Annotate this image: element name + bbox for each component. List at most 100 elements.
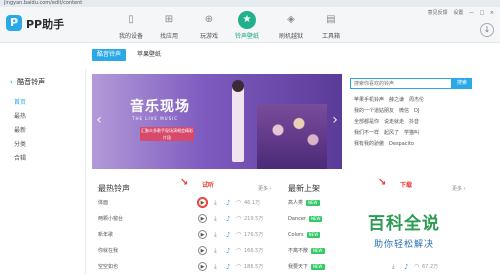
search-button[interactable]: 搜索 xyxy=(452,78,472,89)
ringtone-title-text: Dancer xyxy=(288,216,306,222)
banner-next-icon[interactable]: › xyxy=(330,108,340,132)
ringtone-title: 空空如也 xyxy=(98,264,119,270)
hot-tag[interactable]: 薛之谦 xyxy=(389,97,404,103)
nav-tab-games[interactable]: ⊕ 玩游戏 xyxy=(190,11,228,41)
sidebar-item-category[interactable]: 分类 xyxy=(14,139,74,151)
hot-tag[interactable]: 说走就走 xyxy=(384,119,404,125)
nav-tab-toolbox[interactable]: ▤ 工具箱 xyxy=(312,11,350,41)
play-count: 166.5万 xyxy=(244,248,264,254)
app-name: PP助手 xyxy=(26,18,65,31)
tab-wallpapers[interactable]: 苹果壁纸 xyxy=(132,49,166,61)
nav-tab-my-device[interactable]: ▯ 我的设备 xyxy=(112,11,150,41)
app-logo: P PP助手 xyxy=(6,13,72,35)
sidebar: ‹ 酷音铃声 首页 最热 最新 分类 合辑 xyxy=(6,69,86,274)
play-icon[interactable]: ▶ xyxy=(198,230,207,239)
ringtone-title: 两颗小窗台 xyxy=(98,216,124,222)
hot-tag[interactable]: 全部都是你 xyxy=(354,119,379,125)
ringtone-row: 不离不散 NEW xyxy=(288,244,358,258)
watermark-title: 百科全说 xyxy=(368,214,440,234)
hot-tag[interactable]: 我的一个道姑朋友 xyxy=(354,108,394,114)
hot-search-tags: 苹果手机铃声 薛之谦 周杰伦 我的一个道姑朋友 微信 DJ 全部都是你 说走就走 抖音 我们… xyxy=(354,95,474,150)
bell-icon[interactable]: ♪ xyxy=(226,228,230,242)
bell-icon[interactable]: ♪ xyxy=(226,260,230,274)
search-input[interactable] xyxy=(350,78,452,89)
ringtone-title: 高人类 NEW xyxy=(288,196,320,210)
play-icon[interactable]: ▶ xyxy=(198,262,207,271)
annotation-download: 下载 xyxy=(400,182,413,189)
ringtone-row: Colors NEW xyxy=(288,228,358,242)
tag-row: 我有我的骄傲 Despacito xyxy=(354,139,474,150)
chevron-left-icon: ‹ xyxy=(10,78,13,86)
ringtone-title: 你就在我 xyxy=(98,248,119,254)
download-manager-icon[interactable]: ↓ xyxy=(480,23,494,37)
banner-note: 汇聚众多歌手现场演唱会精彩片段 xyxy=(140,127,194,141)
apps-icon: ⊞ xyxy=(164,14,174,25)
nav-tab-ringtones-wallpapers[interactable]: ★ 铃声壁纸 xyxy=(228,11,266,41)
ringtone-title-text: Colors xyxy=(288,232,304,238)
nav-tab-jailbreak[interactable]: ◈ 刷机越狱 xyxy=(272,11,310,41)
hot-tag[interactable]: 我们不一样 xyxy=(354,130,379,136)
feedback-link[interactable]: 意见反馈 xyxy=(428,9,448,16)
sidebar-heading-label: 酷音铃声 xyxy=(17,78,46,86)
hot-tag[interactable]: 我有我的骄傲 xyxy=(354,141,384,147)
play-icon[interactable]: ▶ xyxy=(198,214,207,223)
ringtone-row: 两颗小窗台 ▶ ⤓ ♪ ◠ 219.5万 xyxy=(98,212,278,226)
hot-tag[interactable]: 周杰伦 xyxy=(409,97,424,103)
hot-tag[interactable]: Despacito xyxy=(389,141,414,147)
window-controls: 意见反馈 设置 — □ × xyxy=(424,9,494,19)
minimize-button[interactable]: — xyxy=(469,10,474,16)
hot-more-link[interactable]: 更多 › xyxy=(258,185,272,192)
sidebar-heading[interactable]: ‹ 酷音铃声 xyxy=(10,77,45,87)
play-icon[interactable]: ▶ xyxy=(198,198,207,207)
bell-icon[interactable]: ♪ xyxy=(226,244,230,258)
nav-tab-label: 工具箱 xyxy=(321,33,340,40)
play-count: 176.5万 xyxy=(244,232,264,238)
device-icon: ▯ xyxy=(128,14,134,25)
ringtone-row: 高人类 NEW xyxy=(288,196,358,210)
sidebar-item-home[interactable]: 首页 xyxy=(14,97,74,109)
annotation-play: 试听 xyxy=(202,182,215,189)
game-icon: ⊕ xyxy=(204,14,214,25)
ringtone-row: 你就在我 ▶ ⤓ ♪ ◠ 166.5万 xyxy=(98,244,278,258)
download-icon[interactable]: ⤓ xyxy=(214,196,217,210)
settings-link[interactable]: 设置 xyxy=(453,9,463,16)
jailbreak-icon: ◈ xyxy=(287,14,295,25)
promo-banner[interactable]: ‹ 音乐现场 THE LIVE MUSIC 汇聚众多歌手现场演唱会精彩片段 › xyxy=(92,74,342,169)
bell-icon[interactable]: ♪ xyxy=(226,196,230,210)
nav-tab-label: 找应用 xyxy=(159,33,178,40)
tag-row: 全部都是你 说走就走 抖音 xyxy=(354,117,474,128)
watermark: 百科全说 助你轻松解决 xyxy=(360,203,494,263)
new-more-link[interactable]: 更多 › xyxy=(452,185,466,192)
hot-tag[interactable]: 苹果手机铃声 xyxy=(354,97,384,103)
hot-tag[interactable]: DJ xyxy=(414,108,419,114)
download-icon[interactable]: ⤓ xyxy=(214,228,217,242)
sidebar-item-hottest[interactable]: 最热 xyxy=(14,111,74,123)
close-button[interactable]: × xyxy=(490,10,494,16)
banner-prev-icon[interactable]: ‹ xyxy=(94,108,104,132)
ringtone-icon: ★ xyxy=(238,11,256,29)
download-icon[interactable]: ⤓ xyxy=(214,260,217,274)
maximize-button[interactable]: □ xyxy=(479,10,484,16)
ringtone-title: Dancer NEW xyxy=(288,212,323,226)
download-icon[interactable]: ⤓ xyxy=(214,212,217,226)
bell-icon[interactable]: ♪ xyxy=(226,212,230,226)
download-icon[interactable]: ⤓ xyxy=(214,244,217,258)
dancers-image xyxy=(257,104,327,169)
sidebar-item-collection[interactable]: 合辑 xyxy=(14,153,74,165)
play-icon[interactable]: ▶ xyxy=(198,246,207,255)
toolbox-icon: ▤ xyxy=(326,14,336,25)
headphones-icon: ◠ xyxy=(236,263,242,270)
ringtone-row: 空空如也 ▶ ⤓ ♪ ◠ 186.5万 xyxy=(98,260,278,274)
tab-ringtones[interactable]: 酷音铃声 xyxy=(92,49,127,61)
new-badge: NEW xyxy=(306,199,320,206)
hot-tag[interactable]: 微信 xyxy=(399,108,409,114)
hot-tag[interactable]: 学猫叫 xyxy=(404,130,419,136)
sidebar-item-newest[interactable]: 最新 xyxy=(14,125,74,137)
performer-figure xyxy=(232,82,244,162)
new-badge: NEW xyxy=(308,215,323,222)
hot-tag[interactable]: 抖音 xyxy=(409,119,419,125)
browser-url-bar[interactable]: jingyan.baidu.com/edit/content xyxy=(0,0,500,7)
hot-tag[interactable]: 起风了 xyxy=(384,130,399,136)
new-badge: NEW xyxy=(311,247,325,254)
nav-tab-find-apps[interactable]: ⊞ 找应用 xyxy=(150,11,188,41)
